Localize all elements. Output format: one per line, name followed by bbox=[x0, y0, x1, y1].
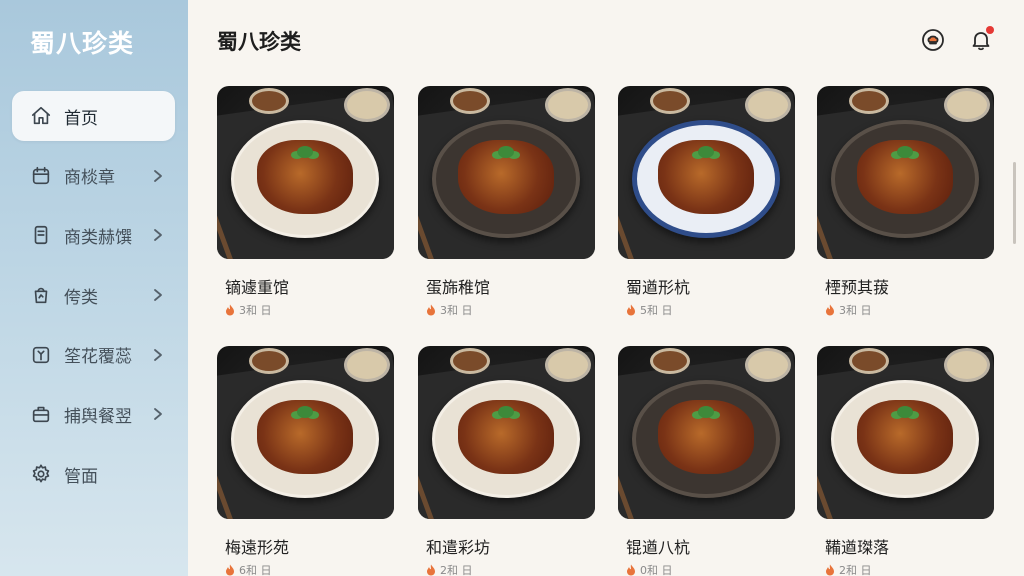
notification-badge bbox=[986, 26, 994, 34]
chef-button[interactable] bbox=[920, 27, 946, 53]
dish-meta-text: 3和 日 bbox=[239, 304, 272, 317]
dish-card[interactable]: 㮒预其菝 3和 日 bbox=[817, 86, 994, 318]
chevron-right-icon bbox=[151, 167, 165, 185]
dish-image bbox=[618, 346, 795, 519]
fire-icon bbox=[825, 564, 835, 576]
fire-icon bbox=[225, 304, 235, 316]
sidebar-item-chart[interactable]: 筌花覆蕊 bbox=[12, 330, 175, 380]
sidebar-item-label: 侉类 bbox=[64, 287, 98, 308]
scrollbar[interactable] bbox=[1013, 162, 1016, 244]
dish-name: 蜀遒形杭 bbox=[626, 278, 691, 297]
sidebar: 蜀八珍类 首页 商棪章 商类赫馔 侉类 筌花覆蕊 捕舆餐翌 管面 bbox=[0, 0, 188, 576]
dish-name: 和遣彩坊 bbox=[426, 538, 491, 557]
fire-icon bbox=[626, 564, 636, 576]
sidebar-item-briefcase[interactable]: 捕舆餐翌 bbox=[12, 389, 175, 439]
fire-icon bbox=[825, 304, 835, 316]
page-title: 蜀八珍类 bbox=[217, 30, 301, 54]
dish-meta: 3和 日 bbox=[418, 302, 595, 318]
dish-meta-text: 5和 日 bbox=[640, 304, 673, 317]
dish-meta-text: 2和 日 bbox=[440, 564, 473, 576]
dish-image bbox=[418, 346, 595, 519]
dish-name: 㮒预其菝 bbox=[825, 278, 890, 297]
dish-card[interactable]: 蜀遒形杭 5和 日 bbox=[618, 86, 795, 318]
sidebar-nav: 首页 商棪章 商类赫馔 侉类 筌花覆蕊 捕舆餐翌 管面 bbox=[12, 91, 175, 509]
dish-image bbox=[618, 86, 795, 259]
dish-meta: 2和 日 bbox=[817, 562, 994, 576]
dish-meta: 3和 日 bbox=[217, 302, 394, 318]
dish-card[interactable]: 蛋旆稚馆 3和 日 bbox=[418, 86, 595, 318]
dish-image bbox=[217, 346, 394, 519]
sidebar-item-label: 管面 bbox=[64, 466, 98, 487]
brand-title: 蜀八珍类 bbox=[30, 29, 135, 58]
sidebar-item-label: 筌花覆蕊 bbox=[64, 347, 132, 368]
dish-name: 锟遒八杭 bbox=[626, 538, 691, 557]
dish-meta-text: 6和 日 bbox=[239, 564, 272, 576]
fire-icon bbox=[426, 304, 436, 316]
dish-card[interactable]: 锟遒八杭 0和 日 bbox=[618, 346, 795, 576]
home-icon bbox=[30, 105, 52, 127]
sidebar-item-document[interactable]: 商类赫馔 bbox=[12, 210, 175, 260]
dish-meta: 3和 日 bbox=[817, 302, 994, 318]
dish-meta: 2和 日 bbox=[418, 562, 595, 576]
dish-name: 鞴遒㻧落 bbox=[825, 538, 890, 557]
chevron-right-icon bbox=[151, 226, 165, 244]
bag-icon bbox=[30, 284, 52, 306]
dish-meta: 6和 日 bbox=[217, 562, 394, 576]
chart-icon bbox=[30, 344, 52, 366]
dish-image bbox=[817, 346, 994, 519]
chevron-right-icon bbox=[151, 405, 165, 423]
chevron-right-icon bbox=[151, 346, 165, 364]
dish-meta: 0和 日 bbox=[618, 562, 795, 576]
sidebar-item-label: 商棪章 bbox=[64, 168, 115, 189]
dish-image bbox=[217, 86, 394, 259]
dish-meta-text: 0和 日 bbox=[640, 564, 673, 576]
document-icon bbox=[30, 224, 52, 246]
fire-icon bbox=[225, 564, 235, 576]
briefcase-icon bbox=[30, 403, 52, 425]
sidebar-item-bag[interactable]: 侉类 bbox=[12, 270, 175, 320]
dish-card[interactable]: 镝遽重馆 3和 日 bbox=[217, 86, 394, 318]
dish-card[interactable]: 鞴遒㻧落 2和 日 bbox=[817, 346, 994, 576]
sidebar-item-home[interactable]: 首页 bbox=[12, 91, 175, 141]
dish-card[interactable]: 梅遠形苑 6和 日 bbox=[217, 346, 394, 576]
dish-meta-text: 3和 日 bbox=[440, 304, 473, 317]
sidebar-item-settings[interactable]: 管面 bbox=[12, 449, 175, 499]
dish-name: 梅遠形苑 bbox=[225, 538, 290, 557]
dish-meta: 5和 日 bbox=[618, 302, 795, 318]
dish-meta-text: 2和 日 bbox=[839, 564, 872, 576]
dish-meta-text: 3和 日 bbox=[839, 304, 872, 317]
chevron-right-icon bbox=[151, 286, 165, 304]
dish-name: 镝遽重馆 bbox=[225, 278, 290, 297]
dish-name: 蛋旆稚馆 bbox=[426, 278, 491, 297]
sidebar-item-calendar[interactable]: 商棪章 bbox=[12, 151, 175, 201]
sidebar-item-label: 捕舆餐翌 bbox=[64, 406, 132, 427]
chef-hat-icon bbox=[922, 29, 944, 51]
sidebar-item-label: 首页 bbox=[64, 108, 98, 129]
dish-card[interactable]: 和遣彩坊 2和 日 bbox=[418, 346, 595, 576]
calendar-icon bbox=[30, 165, 52, 187]
fire-icon bbox=[426, 564, 436, 576]
notification-button[interactable] bbox=[968, 26, 994, 53]
sidebar-item-label: 商类赫馔 bbox=[64, 227, 132, 248]
fire-icon bbox=[626, 304, 636, 316]
gear-icon bbox=[30, 463, 52, 485]
dish-image bbox=[418, 86, 595, 259]
dish-image bbox=[817, 86, 994, 259]
